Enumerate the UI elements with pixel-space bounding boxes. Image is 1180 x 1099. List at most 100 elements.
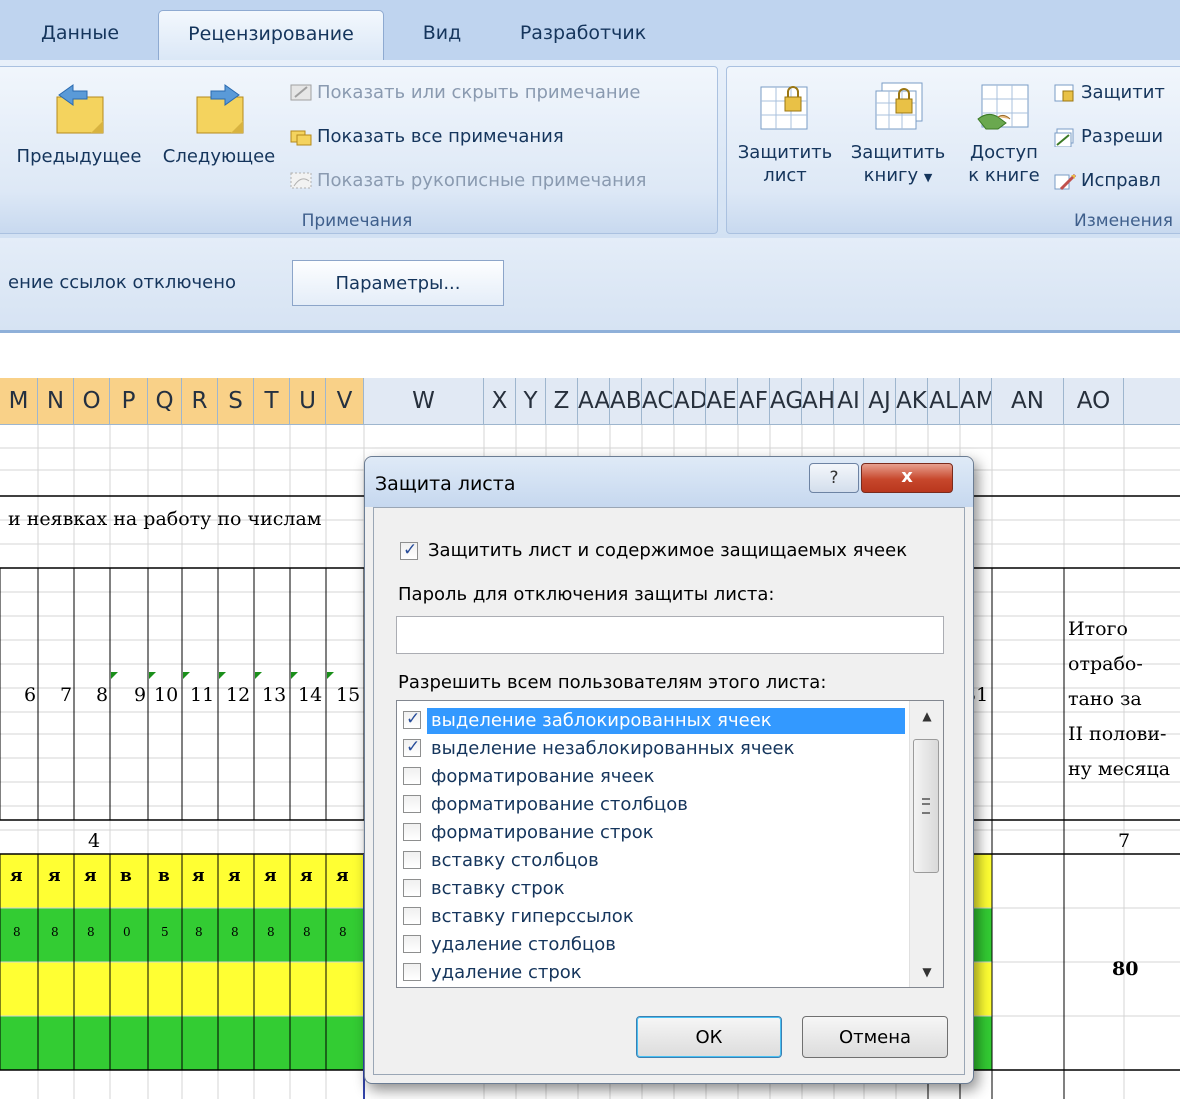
column-header[interactable]: T xyxy=(254,378,290,424)
column-header[interactable]: X xyxy=(484,378,516,424)
column-header[interactable]: N xyxy=(38,378,74,424)
permission-item[interactable]: форматирование строк xyxy=(397,819,905,847)
scroll-down-icon[interactable]: ▼ xyxy=(910,957,943,987)
permission-item[interactable]: вставку строк xyxy=(397,875,905,903)
column-header[interactable]: V xyxy=(326,378,364,424)
column-header[interactable]: AL xyxy=(928,378,960,424)
share-workbook-label-1: Доступ xyxy=(970,142,1038,163)
track-changes-button[interactable]: Исправл xyxy=(1053,167,1161,195)
permission-item[interactable]: ✓ выделение заблокированных ячеек xyxy=(397,707,905,735)
help-icon: ? xyxy=(829,468,839,488)
tab-review[interactable]: Рецензирование xyxy=(158,10,384,61)
permission-item[interactable]: ✓ выделение незаблокированных ячеек xyxy=(397,735,905,763)
comments-icon xyxy=(289,127,313,147)
column-header[interactable]: AF xyxy=(738,378,770,424)
column-header[interactable]: AN xyxy=(992,378,1064,424)
permission-label: вставку столбцов xyxy=(431,850,599,871)
cancel-button[interactable]: Отмена xyxy=(802,1016,948,1058)
permission-checkbox[interactable]: ✓ xyxy=(403,709,421,729)
ribbon-panel: Предыдущее Следующее Показать или скрыть… xyxy=(0,60,1180,239)
column-header[interactable]: S xyxy=(218,378,254,424)
permission-label: выделение незаблокированных ячеек xyxy=(431,738,795,759)
column-header[interactable]: P xyxy=(110,378,148,424)
permission-checkbox[interactable] xyxy=(403,851,421,869)
column-header[interactable]: AM xyxy=(960,378,992,424)
permission-item[interactable]: форматирование столбцов xyxy=(397,791,905,819)
column-header[interactable]: AG xyxy=(770,378,802,424)
column-header[interactable]: Z xyxy=(546,378,578,424)
dropdown-arrow-icon: ▼ xyxy=(923,171,933,184)
permissions-listbox[interactable]: ✓ выделение заблокированных ячеек ✓ выделен… xyxy=(396,700,944,988)
column-header[interactable]: AB xyxy=(610,378,642,424)
changes-group-label: Изменения xyxy=(1073,211,1173,231)
allow-edit-ranges-button[interactable]: Разреши xyxy=(1053,123,1163,151)
permission-checkbox[interactable] xyxy=(403,907,421,925)
column-header[interactable]: M xyxy=(0,378,38,424)
column-header[interactable]: AA xyxy=(578,378,610,424)
share-workbook-label-2: к книге xyxy=(968,165,1040,186)
column-header[interactable]: AE xyxy=(706,378,738,424)
ok-button[interactable]: ОК xyxy=(636,1016,782,1058)
permission-checkbox[interactable] xyxy=(403,795,421,813)
comments-group-label: Примечания xyxy=(301,211,413,231)
scroll-thumb[interactable] xyxy=(913,739,939,873)
column-header[interactable]: AJ xyxy=(864,378,896,424)
column-header[interactable]: W xyxy=(364,378,484,424)
column-header[interactable]: AK xyxy=(896,378,928,424)
close-icon: x xyxy=(901,466,913,487)
close-button[interactable]: x xyxy=(861,463,953,493)
options-button[interactable]: Параметры... xyxy=(292,260,504,306)
permission-item[interactable]: удаление строк xyxy=(397,959,905,987)
show-all-comments-button[interactable]: Показать все примечания xyxy=(289,123,564,151)
column-header[interactable]: Y xyxy=(516,378,546,424)
permission-item[interactable]: вставку гиперссылок xyxy=(397,903,905,931)
column-header[interactable]: R xyxy=(182,378,218,424)
comment-toggle-icon xyxy=(289,83,313,103)
protect-book-button[interactable]: Защитить книгу ▼ xyxy=(843,79,953,189)
show-ink-button[interactable]: Показать рукописные примечания xyxy=(289,167,646,195)
tab-view[interactable]: Вид xyxy=(394,10,490,60)
permission-label: выделение заблокированных ячеек xyxy=(427,708,905,734)
show-hide-comment-button[interactable]: Показать или скрыть примечание xyxy=(289,79,640,107)
permission-checkbox[interactable] xyxy=(403,767,421,785)
permission-item[interactable]: форматирование ячеек xyxy=(397,763,905,791)
protect-sheet-checkbox[interactable]: ✓ xyxy=(400,540,418,560)
protect-sheet-label-1: Защитить xyxy=(737,142,833,163)
column-header[interactable]: Q xyxy=(148,378,182,424)
protect-sheet-button[interactable]: Защитить лист xyxy=(733,79,837,187)
permission-item[interactable]: удаление столбцов xyxy=(397,931,905,959)
column-header[interactable]: AC xyxy=(642,378,674,424)
permission-checkbox[interactable] xyxy=(403,963,421,981)
column-header[interactable]: O xyxy=(74,378,110,424)
permission-item[interactable]: вставку столбцов xyxy=(397,847,905,875)
column-header[interactable]: AD xyxy=(674,378,706,424)
help-button[interactable]: ? xyxy=(809,463,859,493)
show-hide-comment-label: Показать или скрыть примечание xyxy=(317,82,641,103)
column-header[interactable]: AI xyxy=(834,378,864,424)
scroll-up-icon[interactable]: ▲ xyxy=(910,701,943,731)
password-input[interactable] xyxy=(396,616,944,654)
protect-and-share-button[interactable]: Защитит xyxy=(1053,79,1165,107)
column-header[interactable]: AH xyxy=(802,378,834,424)
message-bar: ение ссылок отключено Параметры... xyxy=(0,238,1180,333)
permission-checkbox[interactable]: ✓ xyxy=(403,737,421,757)
password-label: Пароль для отключения защиты листа: xyxy=(398,584,775,605)
share-workbook-button[interactable]: Доступ к книге xyxy=(959,79,1049,187)
tab-data[interactable]: Данные xyxy=(18,10,142,60)
permissions-list: ✓ выделение заблокированных ячеек ✓ выделен… xyxy=(397,701,907,987)
protect-book-icon xyxy=(875,82,923,130)
permission-checkbox[interactable] xyxy=(403,879,421,897)
permission-checkbox[interactable] xyxy=(403,823,421,841)
list-scrollbar[interactable]: ▲ ▼ xyxy=(909,701,943,987)
track-changes-label: Исправл xyxy=(1081,170,1161,191)
previous-comment-button[interactable]: Предыдущее xyxy=(11,79,147,168)
tab-developer[interactable]: Разработчик xyxy=(498,10,668,60)
dialog-titlebar[interactable]: Защита листа ? x xyxy=(365,457,973,507)
column-header[interactable]: AO xyxy=(1064,378,1124,424)
column-header[interactable]: U xyxy=(290,378,326,424)
permission-label: форматирование строк xyxy=(431,822,654,843)
dialog-content: ✓ Защитить лист и содержимое защищаемых … xyxy=(373,507,965,1075)
permission-label: форматирование столбцов xyxy=(431,794,688,815)
permission-checkbox[interactable] xyxy=(403,935,421,953)
next-comment-button[interactable]: Следующее xyxy=(157,79,281,168)
